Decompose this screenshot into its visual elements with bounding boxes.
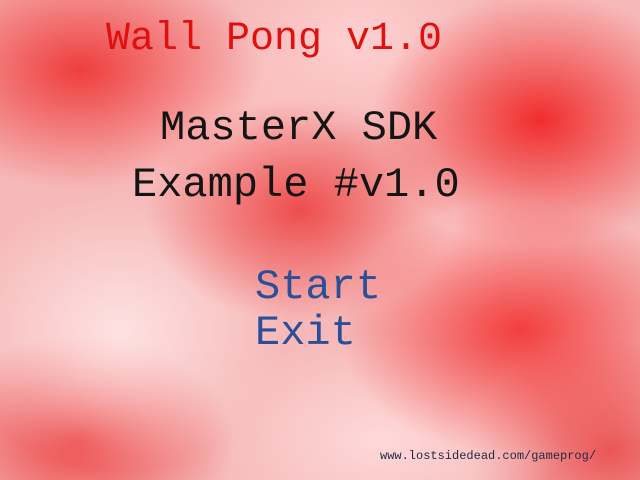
- website-url: www.lostsidedead.com/gameprog/: [380, 449, 597, 463]
- subtitle-line-1: MasterX SDK: [160, 104, 438, 152]
- game-title: Wall Pong v1.0: [106, 17, 443, 62]
- menu-item-exit[interactable]: Exit: [255, 312, 356, 354]
- menu-item-start[interactable]: Start: [255, 266, 381, 308]
- subtitle-line-2: Example #v1.0: [132, 161, 460, 209]
- title-screen: Wall Pong v1.0 MasterX SDK Example #v1.0…: [0, 0, 640, 480]
